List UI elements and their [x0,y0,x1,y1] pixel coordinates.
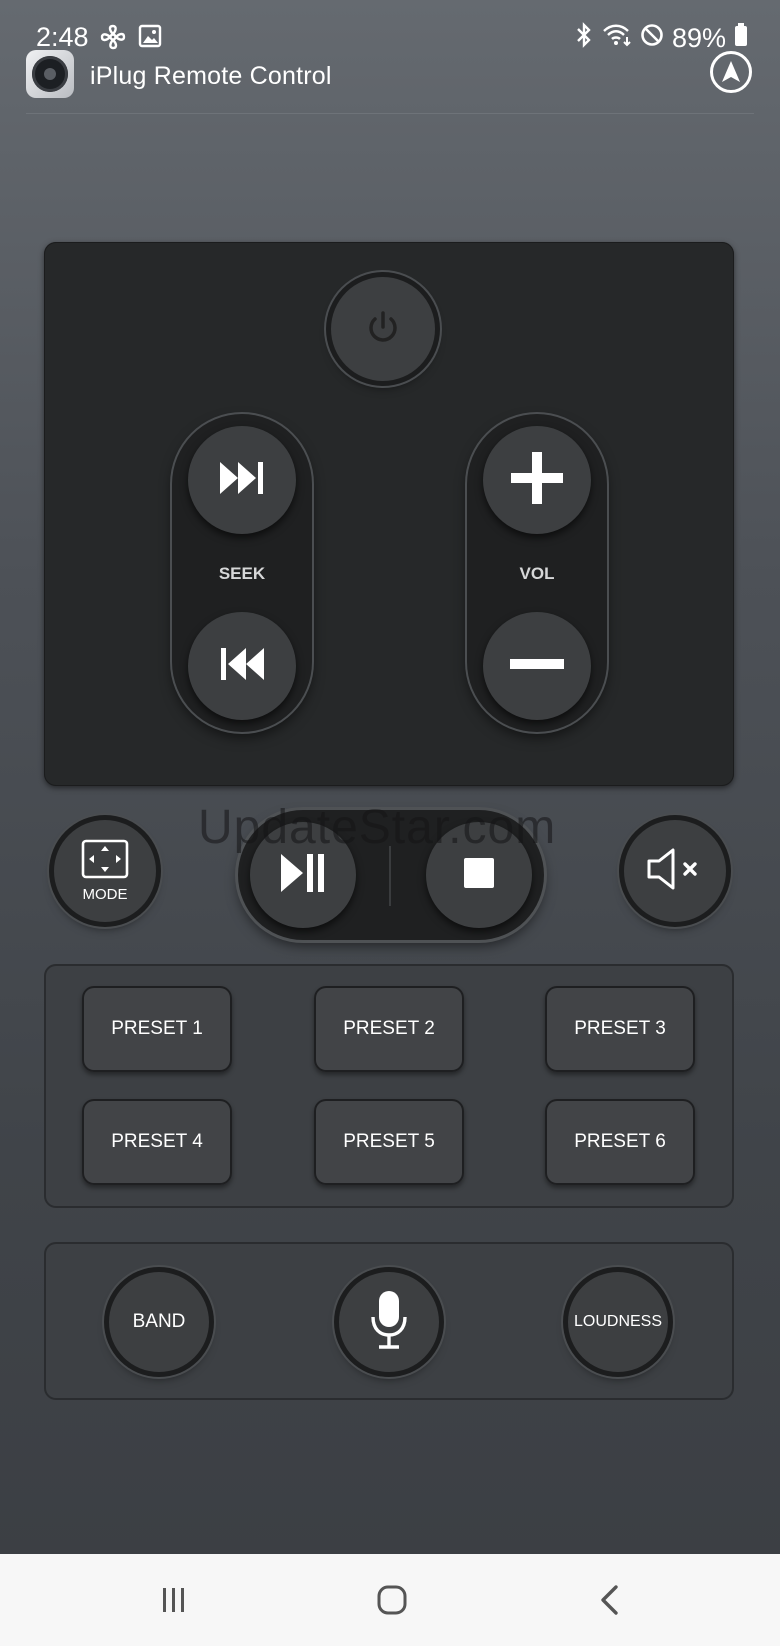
presets-panel: PRESET 1 PRESET 2 PRESET 3 PRESET 4 PRES… [44,964,734,1208]
remote-main-panel: SEEK VOL [44,242,734,786]
mute-icon [645,847,705,896]
skip-forward-icon [218,460,266,501]
power-button[interactable] [331,277,435,381]
preset-4-button[interactable]: PRESET 4 [82,1099,232,1185]
recents-icon [159,1585,189,1620]
power-icon [363,307,403,352]
stop-icon [463,857,495,894]
navigation-arrow-icon[interactable] [710,51,752,93]
vol-label: VOL [519,564,555,583]
microphone-icon [369,1289,409,1356]
next-track-button[interactable] [188,426,296,534]
app-bar-divider [26,113,754,114]
volume-control: VOL [467,414,607,732]
bottom-panel: BAND LOUDNESS [44,1242,734,1400]
preset-3-button[interactable]: PRESET 3 [545,986,695,1072]
back-button[interactable] [590,1582,630,1622]
fullscreen-arrows-icon [81,839,129,884]
mute-button[interactable] [624,820,726,922]
band-button[interactable]: BAND [109,1272,209,1372]
skip-back-icon [218,646,266,687]
status-bar: 2:48 89% [0,0,780,53]
playback-separator [389,846,391,906]
back-icon [598,1584,622,1621]
stop-button[interactable] [426,822,532,928]
app-bar: iPlug Remote Control [0,46,780,112]
app-title: iPlug Remote Control [90,62,332,90]
play-pause-button[interactable] [250,822,356,928]
volume-down-button[interactable] [483,612,591,720]
home-button[interactable] [372,1582,412,1622]
preset-5-button[interactable]: PRESET 5 [314,1099,464,1185]
preset-6-button[interactable]: PRESET 6 [545,1099,695,1185]
system-nav-bar [0,1554,780,1646]
home-icon [376,1584,408,1621]
previous-track-button[interactable] [188,612,296,720]
play-pause-icon [279,852,327,899]
loudness-button[interactable]: LOUDNESS [568,1272,668,1372]
mode-button[interactable]: MODE [54,820,156,922]
microphone-button[interactable] [339,1272,439,1372]
app-logo [26,50,74,98]
loudness-label: LOUDNESS [573,1313,663,1330]
volume-up-button[interactable] [483,426,591,534]
seek-label: SEEK [218,564,266,583]
band-label: BAND [132,1311,186,1332]
mode-label: MODE [82,886,128,903]
transport-row: MODE [0,810,780,950]
preset-2-button[interactable]: PRESET 2 [314,986,464,1072]
preset-1-button[interactable]: PRESET 1 [82,986,232,1072]
minus-icon [509,657,565,675]
seek-control: SEEK [172,414,312,732]
recents-button[interactable] [154,1582,194,1622]
plus-icon [509,450,565,511]
playback-control [238,810,544,940]
